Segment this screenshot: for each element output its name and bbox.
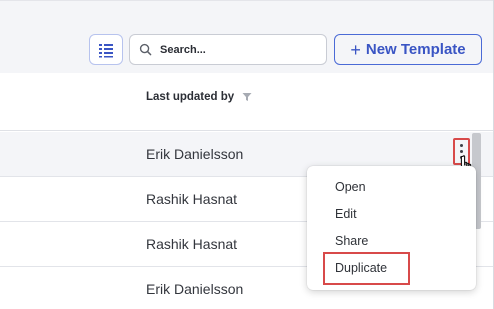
last-updated-by-cell: Rashik Hasnat: [146, 236, 238, 252]
menu-item-open[interactable]: Open: [335, 180, 366, 194]
last-updated-by-cell: Erik Danielsson: [146, 281, 244, 297]
new-template-button[interactable]: + New Template: [334, 34, 482, 65]
search-input[interactable]: [160, 43, 310, 56]
search-icon: [130, 43, 160, 56]
new-template-label: New Template: [365, 41, 466, 58]
row-context-menu: Open Edit Share Duplicate: [307, 166, 476, 290]
menu-item-edit[interactable]: Edit: [335, 207, 357, 221]
column-header-label: Last updated by: [146, 91, 235, 103]
last-updated-by-cell: Erik Danielsson: [146, 146, 244, 162]
column-header-last-updated-by[interactable]: Last updated by: [146, 91, 252, 103]
view-toggle-button[interactable]: [89, 34, 123, 65]
list-view-icon: [99, 43, 113, 57]
menu-item-share[interactable]: Share: [335, 234, 368, 248]
kebab-dot: [460, 144, 463, 147]
duplicate-highlight-box: [323, 252, 410, 285]
kebab-dot: [460, 150, 463, 153]
last-updated-by-cell: Rashik Hasnat: [146, 191, 238, 207]
filter-icon[interactable]: [242, 92, 252, 102]
plus-icon: +: [350, 39, 361, 60]
templates-page: + New Template Last updated by Erik Dani…: [0, 0, 494, 309]
search-box[interactable]: [129, 34, 327, 65]
toolbar: + New Template: [0, 1, 493, 73]
table-header: Last updated by: [0, 73, 493, 131]
